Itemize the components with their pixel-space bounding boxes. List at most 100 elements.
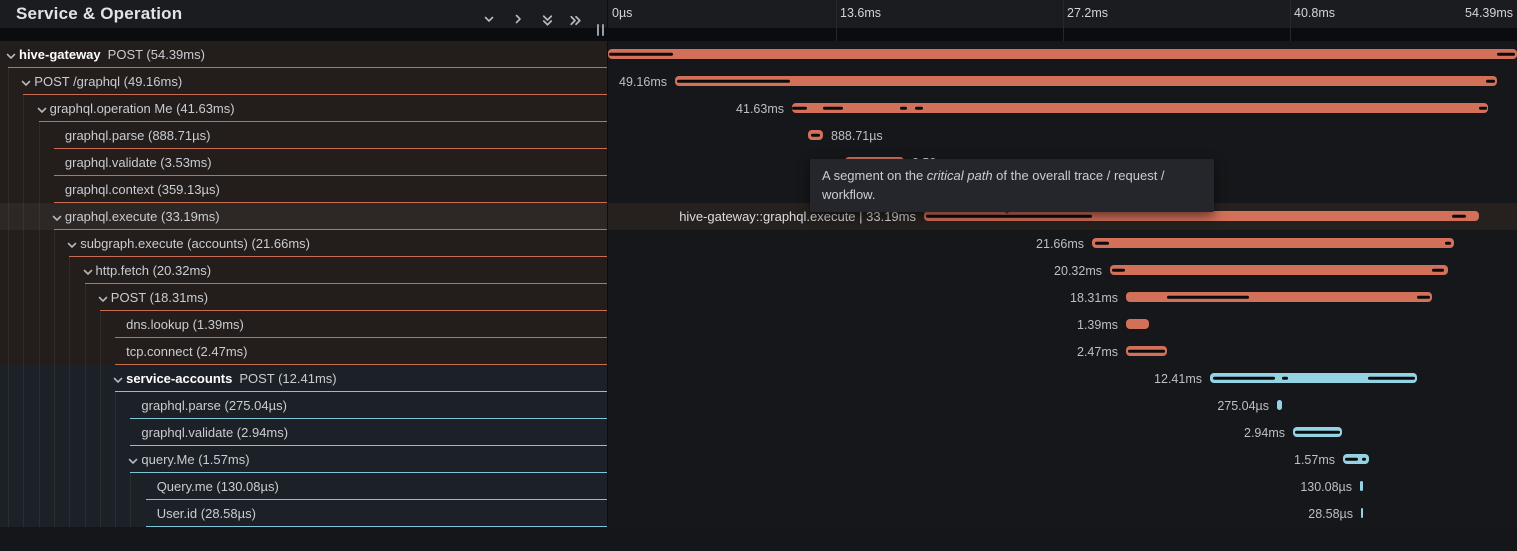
span-tree-row[interactable]: graphql.operation Me (41.63ms) bbox=[0, 95, 607, 122]
tooltip-text-critical-path: critical path bbox=[927, 168, 993, 183]
indent-guide bbox=[39, 311, 40, 338]
indent-guide bbox=[85, 446, 86, 473]
indent-guide bbox=[39, 284, 40, 311]
span-label: User.id (28.58µs) bbox=[157, 506, 256, 521]
indent-guide bbox=[39, 365, 40, 392]
double-chevron-right-icon[interactable] bbox=[568, 13, 584, 29]
span-tree-row[interactable]: dns.lookup (1.39ms) bbox=[0, 311, 607, 338]
span-tree-row[interactable]: graphql.context (359.13µs) bbox=[0, 176, 607, 203]
column-resize-handle[interactable] bbox=[596, 24, 605, 37]
span-tree-row[interactable]: User.id (28.58µs) bbox=[0, 500, 607, 527]
span-label: graphql.validate (2.94ms) bbox=[141, 425, 288, 440]
span-duration-bar[interactable] bbox=[808, 130, 823, 140]
span-tree-row[interactable]: graphql.validate (3.53ms) bbox=[0, 149, 607, 176]
indent-guide bbox=[39, 419, 40, 446]
trace-timeline-view: Service & Operation 0µs13.6ms27.2ms40.8m… bbox=[0, 0, 1517, 551]
indent-guide bbox=[39, 500, 40, 527]
double-chevron-down-icon[interactable] bbox=[540, 13, 556, 29]
duration-label: 41.63ms bbox=[736, 102, 784, 116]
critical-path-segment bbox=[915, 107, 923, 110]
span-tree-row[interactable]: POST /graphql (49.16ms) bbox=[0, 68, 607, 95]
critical-path-tooltip: A segment on the critical path of the ov… bbox=[810, 159, 1214, 212]
span-duration-bar[interactable] bbox=[1126, 319, 1149, 329]
critical-path-segment bbox=[1368, 377, 1415, 380]
span-tree-row[interactable]: subgraph.execute (accounts) (21.66ms) bbox=[0, 230, 607, 257]
indent-guide bbox=[23, 257, 24, 284]
duration-label: 275.04µs bbox=[1217, 399, 1269, 413]
indent-guide bbox=[23, 122, 24, 149]
span-bar-row: 41.63ms bbox=[608, 95, 1517, 122]
span-tree-row[interactable]: Query.me (130.08µs) bbox=[0, 473, 607, 500]
critical-path-segment bbox=[811, 134, 820, 137]
span-tree-row[interactable]: graphql.parse (275.04µs) bbox=[0, 392, 607, 419]
indent-guide bbox=[23, 419, 24, 446]
span-tree-row[interactable]: graphql.validate (2.94ms) bbox=[0, 419, 607, 446]
indent-guide bbox=[8, 338, 9, 365]
span-label: POST /graphql (49.16ms) bbox=[34, 74, 182, 89]
indent-guide bbox=[54, 473, 55, 500]
span-bar-row: 1.39ms bbox=[608, 311, 1517, 338]
span-tree-row[interactable]: http.fetch (20.32ms) bbox=[0, 257, 607, 284]
span-duration-bar[interactable] bbox=[1210, 373, 1417, 383]
span-tree-row[interactable]: graphql.execute (33.19ms) bbox=[0, 203, 607, 230]
span-duration-bar[interactable] bbox=[1277, 400, 1282, 410]
chevron-down-icon[interactable] bbox=[112, 373, 124, 385]
span-duration-bar[interactable] bbox=[1126, 292, 1432, 302]
chevron-right-icon[interactable] bbox=[512, 13, 528, 29]
span-duration-bar[interactable] bbox=[608, 49, 1517, 59]
duration-label: 12.41ms bbox=[1154, 372, 1202, 386]
span-duration-bar[interactable] bbox=[792, 103, 1488, 113]
indent-guide bbox=[69, 473, 70, 500]
span-duration-bar[interactable] bbox=[1126, 346, 1167, 356]
span-duration-bar[interactable] bbox=[1293, 427, 1342, 437]
span-tree-row[interactable]: tcp.connect (2.47ms) bbox=[0, 338, 607, 365]
chevron-down-icon[interactable] bbox=[5, 49, 17, 61]
duration-label: 21.66ms bbox=[1036, 237, 1084, 251]
chevron-down-icon[interactable] bbox=[36, 103, 48, 115]
chevron-down-icon[interactable] bbox=[82, 265, 94, 277]
span-duration-bar[interactable] bbox=[1361, 508, 1363, 518]
indent-guide bbox=[54, 419, 55, 446]
indent-guide bbox=[23, 230, 24, 257]
indent-guide bbox=[39, 473, 40, 500]
span-label: query.Me (1.57ms) bbox=[141, 452, 249, 467]
chevron-down-icon[interactable] bbox=[483, 13, 499, 29]
chevron-down-icon[interactable] bbox=[51, 211, 63, 223]
span-duration-bar[interactable] bbox=[675, 76, 1497, 86]
duration-label: 20.32ms bbox=[1054, 264, 1102, 278]
indent-guide bbox=[115, 500, 116, 527]
span-label: graphql.parse (888.71µs) bbox=[65, 128, 211, 143]
span-tree-row[interactable]: service-accountsPOST (12.41ms) bbox=[0, 365, 607, 392]
indent-guide bbox=[39, 149, 40, 176]
span-tree-row[interactable]: POST (18.31ms) bbox=[0, 284, 607, 311]
span-label: graphql.execute (33.19ms) bbox=[65, 209, 220, 224]
chevron-down-icon[interactable] bbox=[127, 454, 139, 466]
critical-path-segment bbox=[677, 80, 790, 83]
indent-guide bbox=[115, 419, 116, 446]
span-bar-row: 130.08µs bbox=[608, 473, 1517, 500]
indent-guide bbox=[100, 473, 101, 500]
span-duration-bar[interactable] bbox=[1360, 481, 1363, 491]
span-tree-row[interactable]: query.Me (1.57ms) bbox=[0, 446, 607, 473]
indent-guide bbox=[100, 419, 101, 446]
indent-guide bbox=[39, 203, 40, 230]
indent-guide bbox=[54, 500, 55, 527]
span-tree-row[interactable]: graphql.parse (888.71µs) bbox=[0, 122, 607, 149]
indent-guide bbox=[23, 176, 24, 203]
indent-guide bbox=[54, 230, 55, 257]
chevron-down-icon[interactable] bbox=[97, 292, 109, 304]
critical-path-segment bbox=[1417, 296, 1430, 299]
span-label: graphql.context (359.13µs) bbox=[65, 182, 220, 197]
span-label: subgraph.execute (accounts) (21.66ms) bbox=[80, 236, 310, 251]
span-tree-row[interactable]: hive-gatewayPOST (54.39ms) bbox=[0, 41, 607, 68]
span-label: Query.me (130.08µs) bbox=[157, 479, 279, 494]
indent-guide bbox=[100, 311, 101, 338]
span-duration-bar[interactable] bbox=[1343, 454, 1369, 464]
chevron-down-icon[interactable] bbox=[66, 238, 78, 250]
indent-guide bbox=[23, 149, 24, 176]
indent-guide bbox=[85, 419, 86, 446]
span-label: hive-gatewayPOST (54.39ms) bbox=[19, 47, 205, 62]
span-duration-bar[interactable] bbox=[1110, 265, 1448, 275]
span-duration-bar[interactable] bbox=[1092, 238, 1454, 248]
chevron-down-icon[interactable] bbox=[20, 76, 32, 88]
